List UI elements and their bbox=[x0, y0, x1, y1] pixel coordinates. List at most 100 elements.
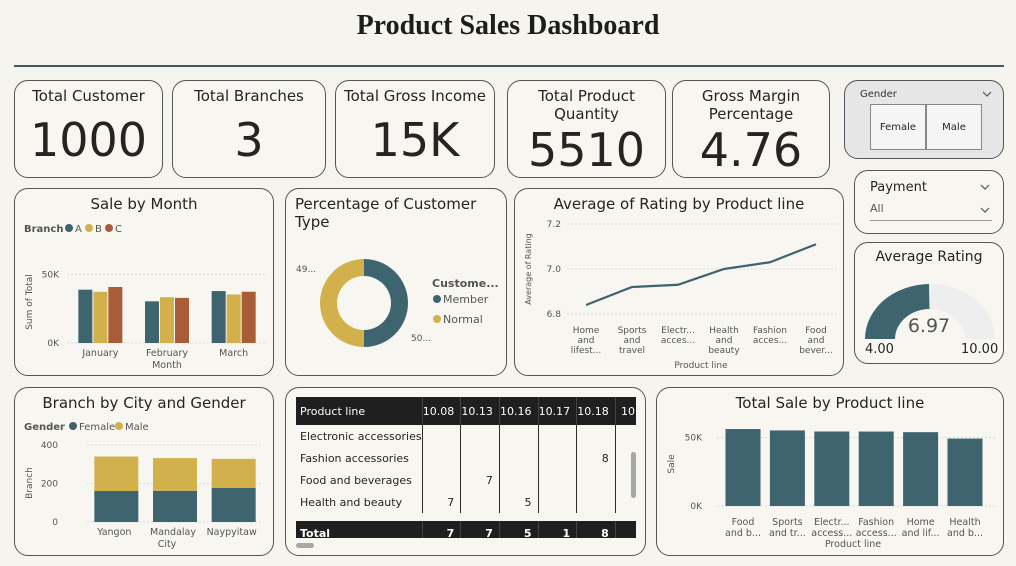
rating-by-product-line-chart[interactable]: Average of Rating by Product line 6.8 7.0… bbox=[514, 188, 844, 376]
sale-by-month-chart[interactable]: Sale by Month Branch A B C 0K 50K Sum of Total… bbox=[14, 188, 274, 376]
x-axis-title: Month bbox=[152, 360, 182, 371]
legend-label: C bbox=[115, 224, 122, 235]
data-label: 49... bbox=[296, 265, 316, 275]
y-tick-label: 7.0 bbox=[547, 265, 562, 275]
matrix-row-header[interactable]: Product line bbox=[296, 397, 423, 425]
matrix-cell bbox=[537, 425, 577, 447]
matrix-col-header[interactable]: 10.13 bbox=[460, 397, 500, 425]
matrix-table[interactable]: Product line 10.08 10.13 10.16 10.17 10.… bbox=[296, 397, 636, 538]
customer-type-plot: 50... 49... Custome... Member Normal bbox=[296, 259, 499, 347]
donut-slice bbox=[363, 259, 408, 347]
chevron-down-icon[interactable] bbox=[980, 183, 990, 191]
matrix-cell: 7 bbox=[421, 491, 461, 513]
gender-option-male[interactable]: Male bbox=[926, 104, 982, 150]
x-tick-label: Fashion access... bbox=[856, 517, 897, 539]
product-line-matrix[interactable]: Product line 10.08 10.13 10.16 10.17 10.… bbox=[285, 387, 646, 556]
matrix-col-header[interactable]: 10.17 bbox=[537, 397, 577, 425]
kpi-card-gross-margin-percentage[interactable]: Gross Margin Percentage 4.76 bbox=[672, 80, 830, 178]
x-tick-label: January bbox=[81, 348, 118, 359]
customer-type-chart[interactable]: Percentage of Customer Type 50... 49... Cu… bbox=[285, 188, 507, 376]
x-tick-label: Health and beauty bbox=[708, 326, 740, 356]
matrix-row-label: Food and beverages bbox=[300, 473, 412, 487]
matrix-total-cell: 5 bbox=[498, 521, 539, 538]
gauge-min-label: 4.00 bbox=[865, 342, 894, 357]
vertical-scrollbar[interactable] bbox=[631, 452, 636, 498]
bar bbox=[241, 291, 256, 343]
legend-label: Normal bbox=[443, 313, 483, 326]
x-tick-label: Sports and travel bbox=[618, 326, 647, 356]
legend-title: Custome... bbox=[432, 277, 499, 290]
title-divider bbox=[14, 65, 1004, 67]
matrix-cell bbox=[498, 425, 539, 447]
matrix-col-header[interactable]: 10.18 bbox=[576, 397, 616, 425]
sale-by-month-plot: Branch A B C 0K 50K Sum of Total January Februar… bbox=[24, 224, 267, 371]
kpi-card-total-customer[interactable]: Total Customer 1000 bbox=[14, 80, 163, 178]
bar bbox=[226, 294, 241, 343]
bar bbox=[858, 431, 894, 506]
matrix-cell: 8 bbox=[576, 447, 616, 469]
payment-dropdown[interactable]: All bbox=[870, 202, 992, 221]
kpi-card-total-gross-income[interactable]: Total Gross Income 15K bbox=[335, 80, 495, 178]
x-axis-title: City bbox=[158, 539, 177, 550]
y-tick-label: 7.2 bbox=[547, 220, 561, 230]
matrix-cell bbox=[537, 491, 577, 513]
x-tick-label: Naypyitaw bbox=[207, 527, 257, 538]
bar bbox=[769, 430, 805, 506]
bar bbox=[211, 458, 256, 488]
matrix-cell bbox=[421, 425, 461, 447]
x-tick-label: Home and lifest... bbox=[571, 326, 602, 356]
bar bbox=[175, 297, 189, 343]
gender-option-female[interactable]: Female bbox=[870, 104, 926, 150]
gender-slicer[interactable]: Gender Female Male bbox=[844, 80, 1004, 159]
matrix-col-header[interactable]: 10.16 bbox=[498, 397, 539, 425]
dashboard-title: Product Sales Dashboard bbox=[356, 10, 660, 41]
kpi-value: 5510 bbox=[527, 123, 646, 177]
y-axis-title: Branch bbox=[25, 467, 35, 499]
x-tick-label: Food and bever... bbox=[799, 326, 833, 356]
kpi-card-total-product-quantity[interactable]: Total Product Quantity 5510 bbox=[507, 80, 666, 178]
y-tick-label: 6.8 bbox=[547, 310, 562, 320]
legend-marker bbox=[433, 295, 441, 303]
average-rating-card[interactable]: Average Rating 6.97 4.00 10.00 bbox=[854, 242, 1004, 364]
matrix-cell bbox=[460, 491, 500, 513]
matrix-total-cell bbox=[614, 521, 636, 538]
legend-label: A bbox=[75, 224, 82, 235]
bar bbox=[947, 438, 983, 506]
bar bbox=[160, 297, 174, 343]
payment-slicer[interactable]: Payment All bbox=[854, 170, 1004, 234]
gauge-max-label: 10.00 bbox=[961, 342, 999, 357]
x-tick-label: February bbox=[146, 348, 188, 359]
legend-label: Male bbox=[125, 422, 149, 433]
bar bbox=[93, 291, 108, 343]
kpi-value: 3 bbox=[234, 113, 264, 167]
matrix-total-label: Total bbox=[296, 521, 423, 538]
bar bbox=[211, 487, 256, 522]
matrix-total-cell: 7 bbox=[460, 521, 500, 538]
matrix-spacer bbox=[296, 513, 636, 521]
bar bbox=[153, 458, 197, 491]
table-row: Fashion accessories 8 bbox=[296, 447, 636, 469]
bar bbox=[814, 431, 850, 506]
donut-slice bbox=[319, 259, 364, 347]
kpi-card-total-branches[interactable]: Total Branches 3 bbox=[172, 80, 326, 178]
legend-marker bbox=[115, 422, 123, 430]
chevron-down-icon[interactable] bbox=[982, 90, 992, 98]
chevron-down-icon bbox=[980, 207, 990, 213]
y-axis-title: Sum of Total bbox=[25, 274, 35, 330]
branch-by-city-gender-chart[interactable]: Branch by City and Gender Gender Female Ma… bbox=[14, 387, 274, 556]
matrix-col-header[interactable]: 10 bbox=[614, 397, 636, 425]
x-tick-label: Fashion acces... bbox=[753, 326, 787, 346]
branch-city-plot: Gender Female Male 0 200 400 Branch Yangon Manda… bbox=[24, 422, 263, 550]
total-sale-plot: 0K 50K Sale Food and b... Sports and tr...Elec… bbox=[667, 429, 997, 550]
table-row: Electronic accessories bbox=[296, 425, 636, 447]
matrix-cell bbox=[421, 469, 461, 491]
kpi-value: 4.76 bbox=[699, 123, 803, 177]
data-label: 50... bbox=[411, 334, 431, 344]
x-axis-title: Product line bbox=[825, 539, 881, 550]
y-axis-title: Sale bbox=[667, 454, 677, 474]
bar bbox=[153, 490, 197, 522]
matrix-total-cell: 8 bbox=[576, 521, 616, 538]
total-sale-by-product-line-chart[interactable]: Total Sale by Product line 0K 50K Sale Food… bbox=[656, 387, 1004, 556]
horizontal-scrollbar[interactable] bbox=[296, 543, 314, 548]
matrix-col-header[interactable]: 10.08 bbox=[421, 397, 461, 425]
